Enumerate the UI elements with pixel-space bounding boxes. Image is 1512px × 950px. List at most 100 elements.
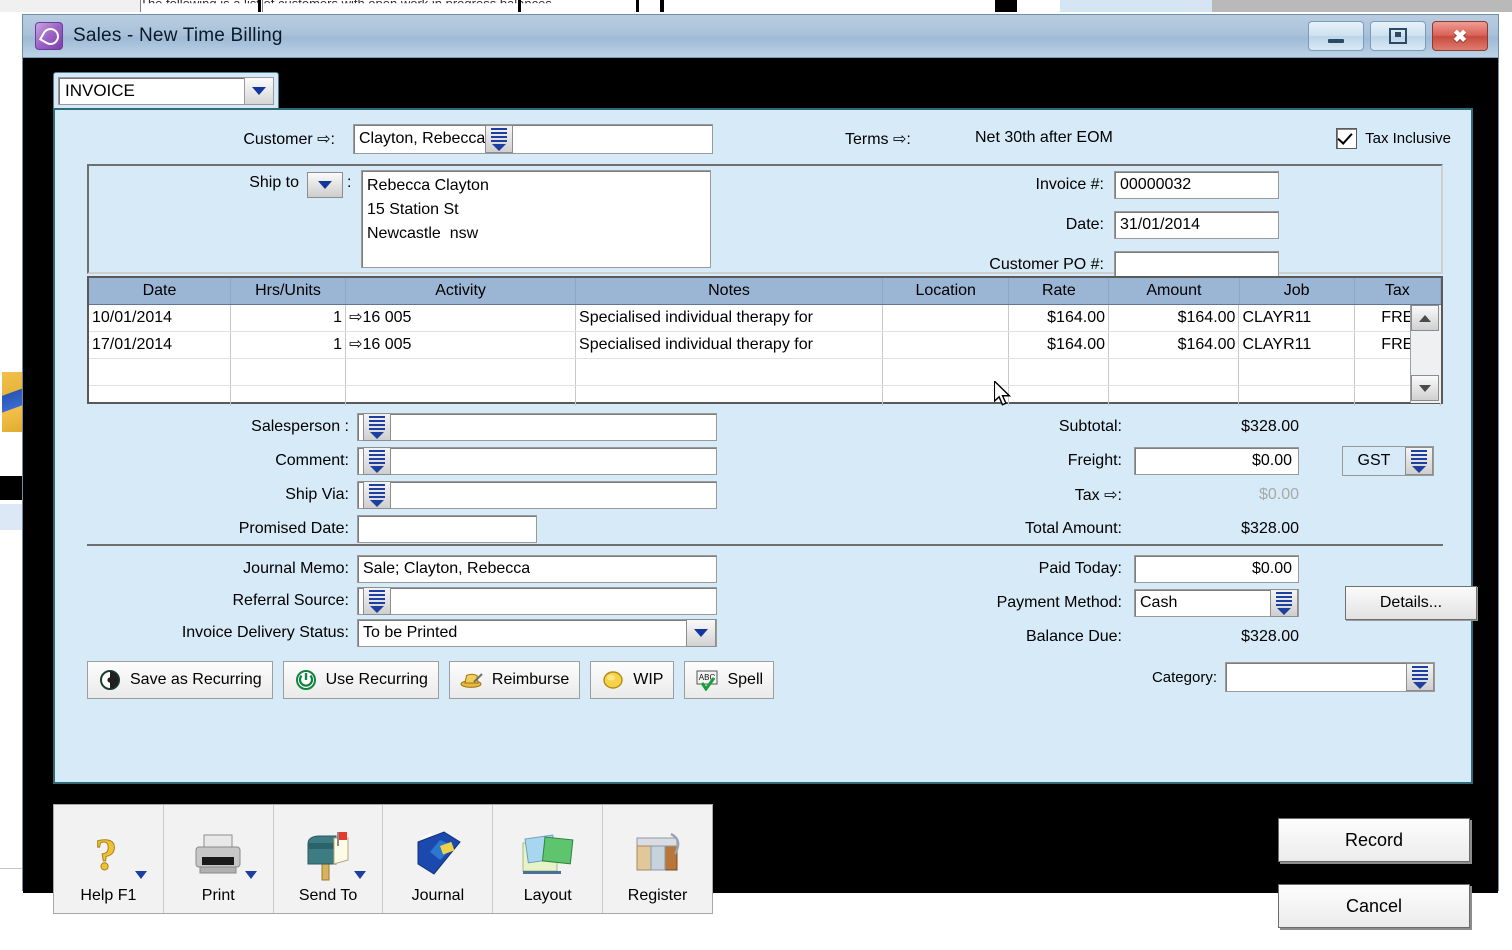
ship-via-row: Ship Via: [87, 480, 717, 510]
cell-amount[interactable]: $164.00 [1109, 305, 1240, 331]
save-as-recurring-label: Save as Recurring [130, 671, 262, 688]
cell-location[interactable] [883, 332, 1010, 358]
category-input[interactable] [1225, 662, 1435, 692]
customer-lookup-icon[interactable] [485, 125, 514, 153]
referral-source-input[interactable] [357, 587, 717, 615]
cell-date[interactable]: 17/01/2014 [89, 332, 231, 358]
salesperson-input[interactable] [357, 413, 717, 441]
ship-via-lookup-icon[interactable] [363, 481, 391, 509]
ship-to-dropdown-button[interactable] [307, 172, 343, 198]
paid-today-input[interactable]: $0.00 [1134, 555, 1299, 583]
toolbar-item-layout[interactable]: Layout [493, 805, 604, 913]
cell-amount[interactable]: $164.00 [1109, 332, 1240, 358]
chevron-down-icon[interactable] [244, 78, 273, 104]
cell-activity[interactable]: ⇨16 005 [346, 332, 577, 358]
mid-section: Salesperson : Comment: Ship Via: Promise… [87, 406, 1443, 546]
cancel-button[interactable]: Cancel [1278, 884, 1470, 928]
comment-lookup-icon[interactable] [363, 447, 391, 475]
minimize-button[interactable] [1308, 21, 1364, 51]
toolbar-item-print[interactable]: Print [164, 805, 274, 913]
cell-job[interactable] [1239, 359, 1355, 385]
customer-arrow-icon[interactable]: ⇨ [317, 129, 330, 149]
save-as-recurring-button[interactable]: Save as Recurring [87, 661, 273, 699]
table-row[interactable]: 10/01/2014 1 ⇨16 005 Specialised individ… [89, 305, 1442, 332]
payment-method-input[interactable]: Cash [1134, 589, 1299, 617]
toolbar-item-send-to[interactable]: Send To [274, 805, 384, 913]
cell-date[interactable]: 10/01/2014 [89, 305, 231, 331]
column-header-hrs[interactable]: Hrs/Units [231, 278, 346, 304]
chevron-down-icon[interactable] [354, 871, 367, 879]
column-header-date[interactable]: Date [89, 278, 231, 304]
invoice-delivery-status-select[interactable]: To be Printed [357, 619, 717, 647]
ship-via-input[interactable] [357, 481, 717, 509]
cell-activity[interactable]: ⇨16 005 [346, 305, 577, 331]
salesperson-row: Salesperson : [87, 412, 717, 442]
freight-input[interactable]: $0.00 [1134, 447, 1299, 475]
column-header-rate[interactable]: Rate [1009, 278, 1110, 304]
customer-po-input[interactable] [1114, 251, 1279, 279]
column-header-activity[interactable]: Activity [346, 278, 577, 304]
maximize-button[interactable] [1370, 21, 1426, 51]
invoice-number-input[interactable]: 00000032 [1114, 171, 1279, 199]
tax-arrow-icon[interactable]: ⇨ [1104, 485, 1117, 505]
journal-memo-input[interactable]: Sale; Clayton, Rebecca [357, 555, 717, 583]
close-button[interactable]: ✖ [1432, 21, 1488, 51]
cell-amount[interactable] [1109, 359, 1240, 385]
payment-method-lookup-icon[interactable] [1270, 589, 1298, 617]
cell-location[interactable] [883, 305, 1010, 331]
cell-rate[interactable]: $164.00 [1009, 332, 1109, 358]
scroll-down-button[interactable] [1411, 375, 1439, 401]
column-header-job[interactable]: Job [1240, 278, 1355, 304]
ship-to-address-textarea[interactable]: Rebecca Clayton 15 Station St Newcastle … [361, 170, 711, 268]
toolbar-item-help[interactable]: ? Help F1 [54, 805, 164, 913]
column-header-amount[interactable]: Amount [1109, 278, 1240, 304]
scroll-up-button[interactable] [1411, 305, 1439, 331]
spell-button[interactable]: ABC Spell [684, 661, 775, 699]
promised-date-input[interactable] [357, 515, 537, 543]
mid-left-fields: Salesperson : Comment: Ship Via: Promise… [87, 412, 717, 548]
salesperson-lookup-icon[interactable] [363, 413, 391, 441]
gst-selector[interactable]: GST [1342, 446, 1434, 476]
column-header-notes[interactable]: Notes [576, 278, 883, 304]
cell-activity[interactable] [346, 359, 577, 385]
tax-inclusive-checkbox[interactable]: Tax Inclusive [1336, 128, 1451, 149]
column-header-location[interactable]: Location [883, 278, 1010, 304]
cell-hrs[interactable]: 1 [231, 332, 347, 358]
toolbar-item-register[interactable]: Register [603, 805, 712, 913]
customer-input[interactable]: Clayton, Rebecca [353, 124, 713, 154]
line-items-body: 10/01/2014 1 ⇨16 005 Specialised individ… [89, 305, 1442, 412]
invoice-date-input[interactable]: 31/01/2014 [1114, 211, 1279, 239]
cell-notes[interactable]: Specialised individual therapy for [576, 332, 883, 358]
chevron-down-icon[interactable] [134, 871, 147, 879]
table-row[interactable]: 17/01/2014 1 ⇨16 005 Specialised individ… [89, 332, 1442, 359]
cell-notes[interactable] [576, 359, 883, 385]
cell-job[interactable]: CLAYR11 [1239, 332, 1355, 358]
reimburse-button[interactable]: Reimburse [448, 661, 581, 699]
details-button[interactable]: Details... [1345, 586, 1477, 620]
gst-lookup-icon[interactable] [1405, 447, 1433, 475]
chevron-down-icon[interactable] [686, 619, 716, 647]
use-recurring-button[interactable]: Use Recurring [282, 661, 439, 699]
cell-rate[interactable] [1009, 359, 1109, 385]
terms-arrow-icon[interactable]: ⇨ [893, 129, 906, 149]
table-row[interactable] [89, 359, 1442, 386]
cell-rate[interactable]: $164.00 [1009, 305, 1109, 331]
cell-notes[interactable]: Specialised individual therapy for [576, 305, 883, 331]
cell-job[interactable]: CLAYR11 [1239, 305, 1355, 331]
record-button[interactable]: Record [1278, 818, 1470, 862]
cell-hrs[interactable]: 1 [231, 305, 347, 331]
cell-location[interactable] [883, 359, 1010, 385]
referral-source-lookup-icon[interactable] [363, 587, 391, 615]
wip-button[interactable]: WIP [590, 661, 675, 699]
grid-scrollbar[interactable] [1410, 305, 1441, 403]
cell-date[interactable] [89, 359, 231, 385]
document-type-select[interactable]: INVOICE [58, 77, 274, 105]
comment-input[interactable] [357, 447, 717, 475]
chevron-down-icon[interactable] [244, 871, 257, 879]
cell-hrs[interactable] [231, 359, 347, 385]
column-header-tax[interactable]: Tax [1355, 278, 1442, 304]
category-lookup-icon[interactable] [1406, 663, 1434, 691]
terms-colon: : [906, 131, 911, 148]
toolbar-item-send-to-label: Send To [298, 887, 358, 904]
toolbar-item-journal[interactable]: Journal [383, 805, 494, 913]
